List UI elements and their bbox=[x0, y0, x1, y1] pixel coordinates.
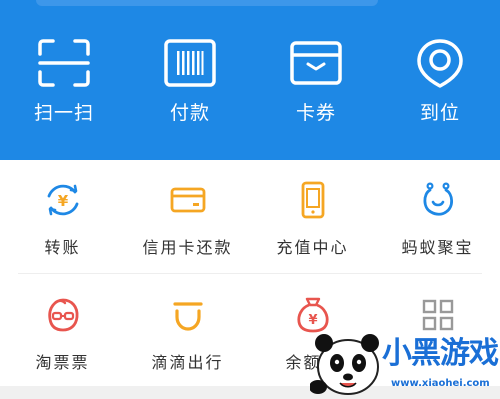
recharge-center-label: 充值中心 bbox=[276, 238, 349, 257]
barcode-icon bbox=[164, 39, 216, 87]
transfer-label: 转账 bbox=[44, 238, 81, 257]
credit-card-repay-label: 信用卡还款 bbox=[142, 238, 233, 257]
ant-fortune-icon bbox=[422, 182, 453, 216]
scan-label: 扫一扫 bbox=[33, 102, 94, 124]
credit-card-icon bbox=[170, 187, 205, 213]
scan-button[interactable]: 扫一扫 bbox=[4, 38, 124, 138]
svg-text:¥: ¥ bbox=[57, 192, 68, 210]
card-wallet-icon bbox=[290, 41, 342, 85]
pay-button[interactable]: 付款 bbox=[130, 38, 250, 138]
search-bar-edge[interactable] bbox=[36, 0, 378, 6]
location-pin-icon bbox=[417, 39, 463, 88]
ant-fortune-label: 蚂蚁聚宝 bbox=[401, 238, 474, 257]
credit-card-repay-button[interactable]: 信用卡还款 bbox=[125, 180, 250, 260]
row-divider bbox=[18, 273, 482, 274]
didi-icon bbox=[172, 302, 203, 331]
didi-label: 滴滴出行 bbox=[151, 353, 224, 372]
taopiaopiao-icon bbox=[47, 298, 78, 332]
coupons-label: 卡券 bbox=[295, 102, 336, 124]
transfer-icon: ¥ bbox=[47, 184, 78, 216]
watermark-text: 小黑游戏 bbox=[382, 336, 499, 371]
coupons-button[interactable]: 卡券 bbox=[256, 38, 376, 138]
pay-label: 付款 bbox=[169, 102, 210, 124]
transfer-button[interactable]: ¥ 转账 bbox=[0, 180, 125, 260]
arrive-label: 到位 bbox=[419, 102, 460, 124]
recharge-center-button[interactable]: 充值中心 bbox=[250, 180, 375, 260]
quick-action-bar: 扫一扫 付款 卡券 到位 bbox=[0, 0, 500, 160]
watermark-url: www.xiaohei.com bbox=[391, 378, 490, 389]
ant-fortune-button[interactable]: 蚂蚁聚宝 bbox=[375, 180, 500, 260]
taopiaopiao-label: 淘票票 bbox=[35, 353, 90, 372]
phone-recharge-icon bbox=[301, 181, 324, 219]
arrive-button[interactable]: 到位 bbox=[380, 38, 500, 138]
taopiaopiao-button[interactable]: 淘票票 bbox=[0, 295, 125, 375]
scan-icon bbox=[38, 39, 90, 87]
didi-button[interactable]: 滴滴出行 bbox=[125, 295, 250, 375]
